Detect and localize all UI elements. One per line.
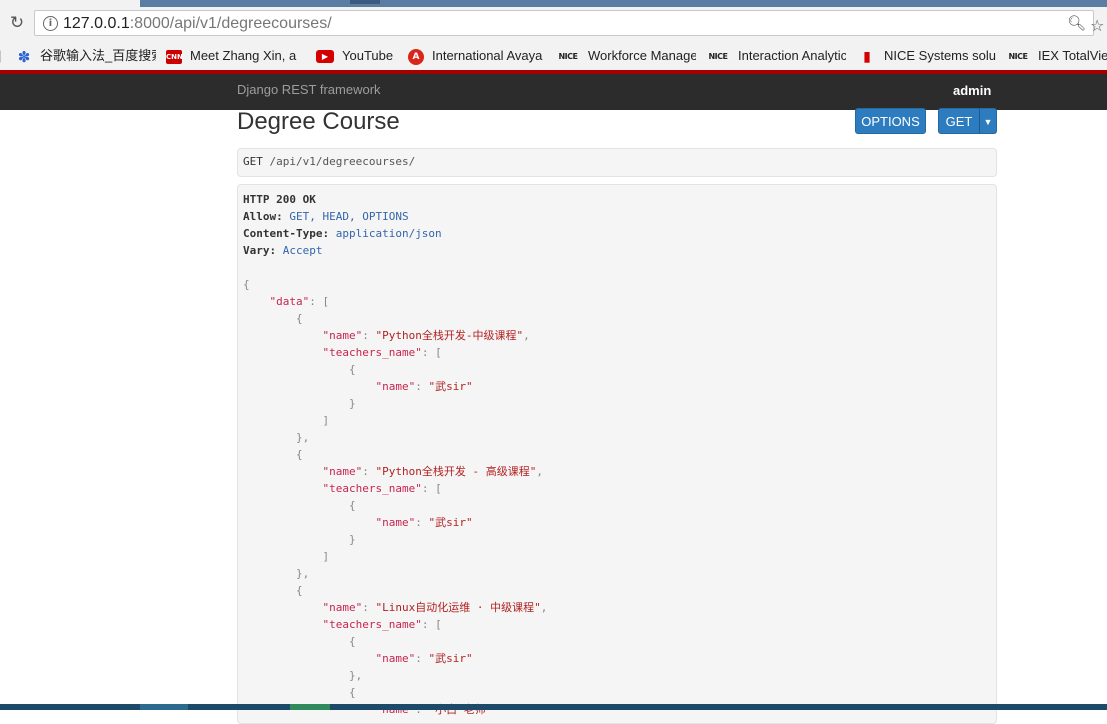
baidu-paw-icon: ✽ <box>17 47 31 65</box>
reload-icon[interactable]: ↻ <box>6 12 28 34</box>
user-menu[interactable]: admin <box>953 83 991 98</box>
get-button[interactable]: GET <box>938 108 980 134</box>
nice-icon: NICE <box>558 51 578 61</box>
nice-icon: NICE <box>708 51 728 61</box>
drf-navbar: Django REST framework admin <box>0 70 1107 110</box>
header-key: Allow: <box>243 210 283 223</box>
request-path: /api/v1/degreecourses/ <box>269 155 416 168</box>
header-value: Accept <box>282 244 323 257</box>
json-key: "teachers_name" <box>322 346 422 359</box>
url-host: 127.0.0.1 <box>63 15 130 32</box>
options-button[interactable]: OPTIONS <box>855 108 926 134</box>
bookmarks-bar: | ✽ 谷歌输入法_百度搜索 CNN Meet Zhang Xin, a ▶ YouT… <box>0 41 1107 71</box>
header-key: Vary: <box>243 244 277 257</box>
json-key: "name" <box>375 380 416 393</box>
url-text[interactable]: 127.0.0.1:8000/api/v1/degreecourses/ <box>63 15 332 33</box>
flag-icon: ▮ <box>863 48 871 65</box>
nice-icon: NICE <box>1008 51 1028 61</box>
json-string: "Python全栈开发-中级课程" <box>375 329 524 342</box>
json-string: "武sir" <box>428 380 473 393</box>
bookmark-item-baidu[interactable]: ✽ 谷歌输入法_百度搜索 <box>16 47 156 65</box>
response-info: HTTP 200 OK Allow: GET, HEAD, OPTIONS Co… <box>237 184 997 724</box>
json-key: "name" <box>375 652 416 665</box>
bookmark-label: Meet Zhang Xin, a <box>190 48 297 63</box>
json-key: "name" <box>322 465 363 478</box>
info-icon[interactable]: i <box>43 16 58 31</box>
bookmark-item-youtube[interactable]: ▶ YouTube <box>316 47 402 65</box>
bookmark-label: NICE Systems solu <box>884 48 996 63</box>
bookmark-item-workforce[interactable]: NICE Workforce Manage <box>556 47 696 65</box>
bookmark-label: IEX TotalView <box>1038 48 1107 63</box>
bookmark-label: International Avaya <box>432 48 543 63</box>
bookmark-item-avaya[interactable]: A International Avaya <box>408 47 548 65</box>
address-bar[interactable]: i 127.0.0.1:8000/api/v1/degreecourses/ 🔍… <box>34 10 1094 36</box>
json-key: "name" <box>375 516 416 529</box>
header-value: GET, HEAD, OPTIONS <box>289 210 409 223</box>
taskbar-item[interactable] <box>140 704 188 710</box>
browser-tab[interactable] <box>0 0 140 7</box>
tab-edge <box>350 0 380 4</box>
youtube-icon: ▶ <box>316 50 334 64</box>
header-value: application/json <box>335 227 442 240</box>
taskbar-item[interactable] <box>290 704 330 710</box>
bookmark-item-cnn[interactable]: CNN Meet Zhang Xin, a <box>166 47 300 65</box>
json-string: "Python全栈开发 - 高级课程" <box>375 465 537 478</box>
caret-down-icon: ▼ <box>983 117 993 127</box>
bookmark-star-icon[interactable]: ☆ <box>1090 16 1104 35</box>
bookmark-item-iex[interactable]: NICE IEX TotalView <box>1006 47 1107 65</box>
os-taskbar <box>0 704 1107 710</box>
json-string: "武sir" <box>428 652 473 665</box>
response-content: HTTP 200 OK Allow: GET, HEAD, OPTIONS Co… <box>243 191 547 718</box>
page-title: Degree Course <box>237 108 400 135</box>
json-string: "武sir" <box>428 516 473 529</box>
json-key: "data" <box>269 295 310 308</box>
request-line: GET /api/v1/degreecourses/ <box>243 155 415 168</box>
bookmark-label: Workforce Manage <box>588 48 696 63</box>
browser-toolbar: ↻ i 127.0.0.1:8000/api/v1/degreecourses/… <box>0 7 1107 41</box>
tab-strip <box>0 0 1107 7</box>
bookmark-item-truncated[interactable]: | <box>0 47 6 65</box>
navbar-brand[interactable]: Django REST framework <box>237 82 381 97</box>
request-method: GET <box>243 155 263 168</box>
bookmark-label: 谷歌输入法_百度搜索 <box>40 48 156 63</box>
zoom-icon[interactable]: 🔍︎ <box>1067 14 1086 32</box>
json-key: "name" <box>322 329 363 342</box>
cnn-icon: CNN <box>166 49 183 64</box>
request-info: GET /api/v1/degreecourses/ <box>237 148 997 177</box>
url-path: :8000/api/v1/degreecourses/ <box>129 15 332 32</box>
header-key: Content-Type: <box>243 227 330 240</box>
avaya-icon: A <box>408 48 424 65</box>
bookmark-item-nice-systems[interactable]: ▮ NICE Systems solu <box>858 47 996 65</box>
get-format-dropdown[interactable]: ▼ <box>979 108 997 134</box>
json-key: "teachers_name" <box>322 618 422 631</box>
json-key: "name" <box>322 601 363 614</box>
status-line: HTTP 200 OK <box>243 193 316 206</box>
json-key: "teachers_name" <box>322 482 422 495</box>
bookmark-item-interaction[interactable]: NICE Interaction Analytic <box>706 47 846 65</box>
json-string: "Linux自动化运维 · 中级课程" <box>375 601 541 614</box>
bookmark-label: YouTube <box>342 48 394 63</box>
bookmark-label: Interaction Analytic <box>738 48 846 63</box>
